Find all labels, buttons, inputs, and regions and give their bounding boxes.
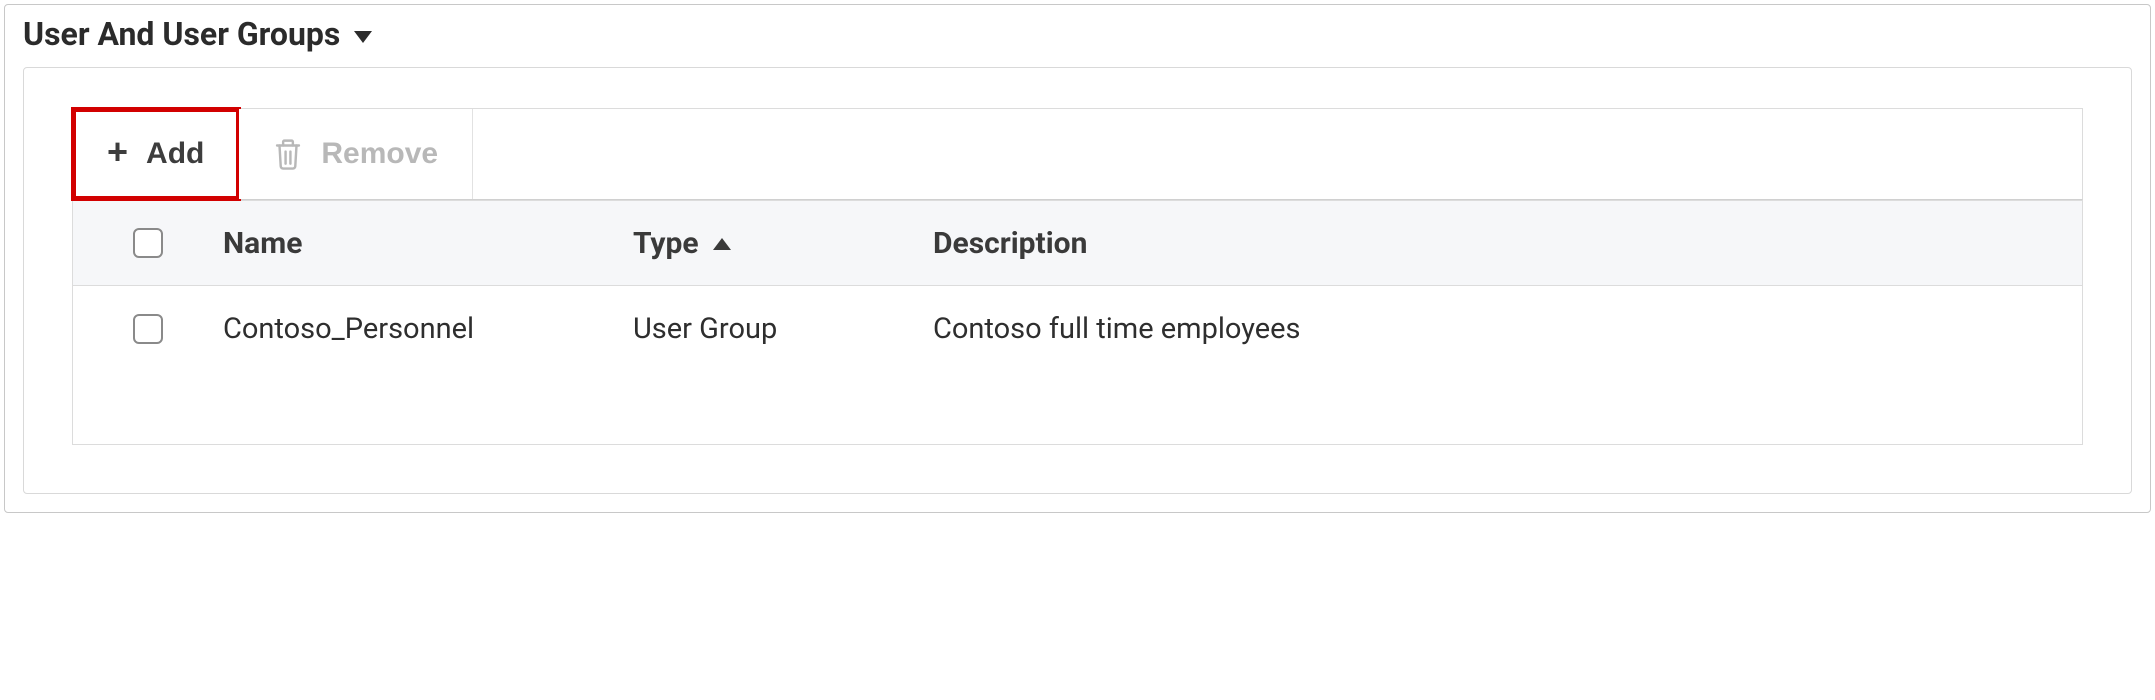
row-type-cell: User Group xyxy=(633,312,933,346)
column-header-type[interactable]: Type xyxy=(633,226,933,261)
row-select-cell xyxy=(73,314,223,344)
column-header-name-label: Name xyxy=(223,226,302,261)
row-description-cell: Contoso full time employees xyxy=(933,312,2082,346)
column-header-name[interactable]: Name xyxy=(223,226,633,261)
user-groups-table: Name Type Description Contoso_Personnel … xyxy=(72,200,2083,445)
remove-button[interactable]: Remove xyxy=(239,109,473,199)
user-and-user-groups-panel: User And User Groups + Add Remov xyxy=(4,4,2151,513)
add-button-label: Add xyxy=(146,137,204,171)
add-button[interactable]: + Add xyxy=(73,109,239,199)
sort-ascending-icon xyxy=(713,238,731,250)
table-row[interactable]: Contoso_Personnel User Group Contoso ful… xyxy=(73,286,2082,372)
row-name-cell: Contoso_Personnel xyxy=(223,312,633,346)
select-all-checkbox[interactable] xyxy=(133,228,163,258)
toolbar-spacer xyxy=(473,109,2082,199)
row-checkbox[interactable] xyxy=(133,314,163,344)
remove-button-label: Remove xyxy=(321,137,438,171)
panel-body: + Add Remove xyxy=(23,67,2132,494)
toolbar: + Add Remove xyxy=(72,108,2083,200)
column-header-description[interactable]: Description xyxy=(933,226,2082,261)
panel-title: User And User Groups xyxy=(23,15,340,53)
plus-icon: + xyxy=(107,134,128,170)
trash-icon xyxy=(273,137,303,171)
column-header-description-label: Description xyxy=(933,226,1087,261)
panel-header[interactable]: User And User Groups xyxy=(5,5,2150,67)
table-header-row: Name Type Description xyxy=(73,200,2082,286)
caret-down-icon xyxy=(354,31,372,43)
table-empty-space xyxy=(73,372,2082,444)
select-all-cell xyxy=(73,228,223,258)
column-header-type-label: Type xyxy=(633,226,699,261)
